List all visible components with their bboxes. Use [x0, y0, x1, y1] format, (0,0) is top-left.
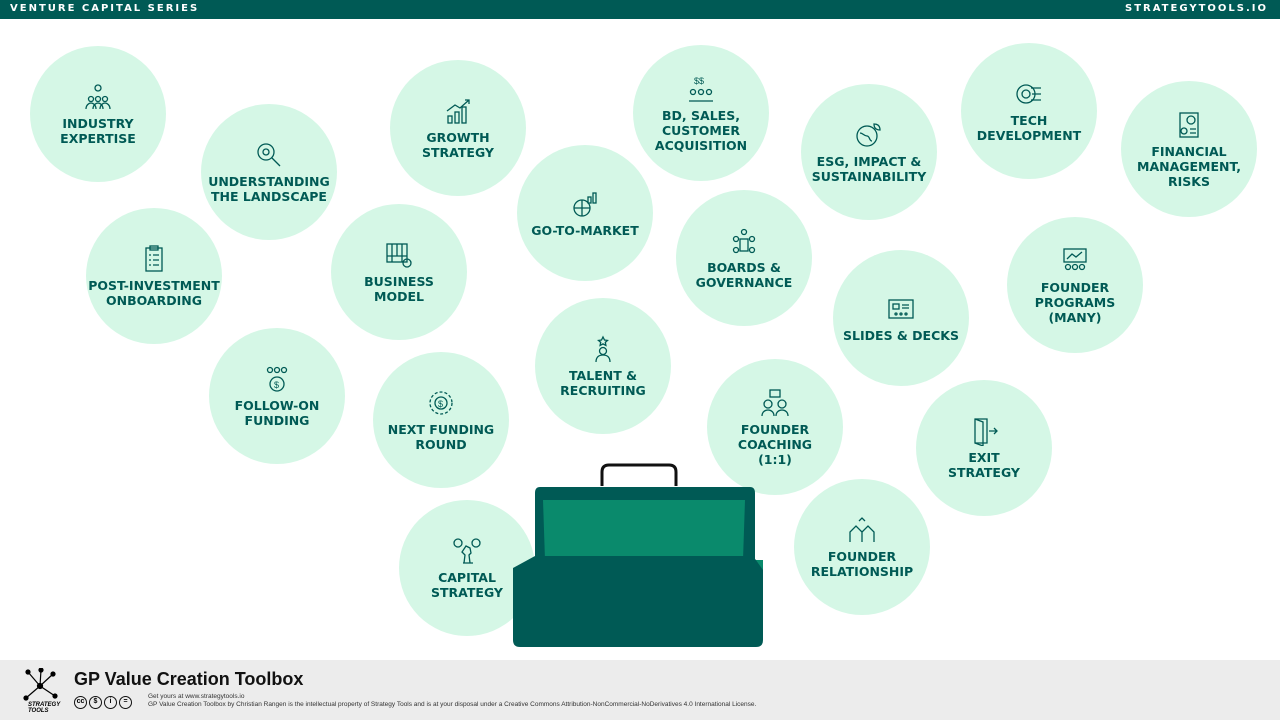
clipboard-icon: [145, 245, 163, 272]
bubble-exit-strategy: EXIT STRATEGY: [916, 380, 1052, 516]
bubble-go-to-market: GO-TO-MARKET: [517, 145, 653, 281]
bubble-label: FOLLOW-ON FUNDING: [234, 398, 320, 428]
logo-text: STRATEGY TOOLS: [28, 702, 61, 714]
bubble-label: GO-TO-MARKET: [531, 222, 639, 238]
bubble-label: CAPITAL STRATEGY: [431, 570, 503, 600]
bubble-founder-programs: FOUNDER PROGRAMS (MANY): [1007, 217, 1143, 353]
bubble-slides-decks: SLIDES & DECKS: [833, 250, 969, 386]
noncommercial-icon: $: [89, 696, 102, 709]
magnifier-gear-icon: [257, 143, 281, 167]
bubble-label: POST-INVESTMENT ONBOARDING: [88, 278, 220, 308]
bubble-business-model: BUSINESS MODEL: [331, 204, 467, 340]
presentation-icon: [888, 298, 914, 319]
bubble-next-funding-round: $ NEXT FUNDING ROUND: [373, 352, 509, 488]
people-coin-icon: $: [266, 366, 288, 392]
bubble-label: ESG, IMPACT & SUSTAINABILITY: [811, 154, 927, 184]
handshake-people-icon: [849, 517, 875, 542]
globe-chart-icon: [573, 191, 597, 217]
bubble-industry-expertise: INDUSTRY EXPERTISE: [30, 46, 166, 182]
bubble-label: FOUNDER RELATIONSHIP: [810, 549, 914, 579]
top-banner: VENTURE CAPITAL SERIES STRATEGYTOOLS.IO: [0, 0, 1280, 19]
cc-license-badges: cc $ i =: [74, 696, 132, 709]
bubble-label: TECH DEVELOPMENT: [976, 113, 1082, 143]
noderivatives-icon: =: [119, 696, 132, 709]
bubble-follow-on-funding: $ FOLLOW-ON FUNDING: [209, 328, 345, 464]
bubble-financial-management: FINANCIAL MANAGEMENT, RISKS: [1121, 81, 1257, 217]
globe-leaf-icon: [856, 123, 881, 147]
growth-chart-icon: [446, 99, 470, 124]
bubble-label: FOUNDER PROGRAMS (MANY): [1034, 279, 1116, 325]
exit-door-icon: [974, 418, 998, 446]
bubble-label: BUSINESS MODEL: [364, 274, 434, 304]
bubble-growth-strategy: GROWTH STRATEGY: [390, 60, 526, 196]
coin-gear-icon: $: [429, 391, 453, 415]
bubble-founder-relationship: FOUNDER RELATIONSHIP: [794, 479, 930, 615]
bubble-understanding-landscape: UNDERSTANDING THE LANDSCAPE: [201, 104, 337, 240]
attribution-icon: i: [104, 696, 117, 709]
bubble-label: UNDERSTANDING THE LANDSCAPE: [208, 174, 330, 204]
bubble-label: TALENT & RECRUITING: [560, 368, 646, 398]
canvas-gear-icon: [386, 243, 412, 268]
bubble-label: NEXT FUNDING ROUND: [387, 422, 495, 452]
boardroom-icon: [732, 228, 756, 254]
bubble-bd-sales: $$ BD, SALES, CUSTOMER ACQUISITION: [633, 45, 769, 181]
bubble-label: BD, SALES, CUSTOMER ACQUISITION: [654, 107, 748, 153]
svg-text:$: $: [438, 399, 443, 409]
bubble-tech-development: TECH DEVELOPMENT: [961, 43, 1097, 179]
footer-link-line[interactable]: Get yours at www.strategytools.io: [148, 693, 756, 701]
coaching-chat-icon: [761, 388, 789, 416]
svg-text:$$: $$: [694, 76, 704, 86]
team-gear-icon: [85, 84, 111, 110]
bubble-label: EXIT STRATEGY: [948, 450, 1020, 480]
footer: STRATEGY TOOLS GP Value Creation Toolbox…: [0, 660, 1280, 720]
bubble-label: INDUSTRY EXPERTISE: [60, 116, 136, 146]
gear-circuit-icon: [1016, 84, 1041, 104]
series-title: VENTURE CAPITAL SERIES: [10, 3, 200, 14]
strategy-tools-logo: [23, 668, 58, 701]
cc-icon: cc: [74, 696, 87, 709]
financial-report-icon: [1179, 111, 1199, 138]
footer-fineprint: Get yours at www.strategytools.io GP Val…: [148, 693, 756, 709]
bubble-boards-governance: BOARDS & GOVERNANCE: [676, 190, 812, 326]
dollar-people-icon: $$: [689, 76, 713, 102]
bubble-esg: ESG, IMPACT & SUSTAINABILITY: [801, 84, 937, 220]
toolbox-illustration: [513, 463, 763, 647]
chess-coin-icon: [453, 538, 481, 564]
svg-text:$: $: [274, 380, 279, 390]
bubble-label: GROWTH STRATEGY: [422, 130, 494, 160]
footer-title: GP Value Creation Toolbox: [74, 669, 304, 689]
person-star-icon: [595, 335, 611, 363]
site-link[interactable]: STRATEGYTOOLS.IO: [1125, 3, 1268, 14]
bubble-post-investment: POST-INVESTMENT ONBOARDING: [86, 208, 222, 344]
group-board-icon: [1063, 247, 1087, 270]
bubble-label: FINANCIAL MANAGEMENT, RISKS: [1137, 143, 1241, 189]
footer-license-line: GP Value Creation Toolbox by Christian R…: [148, 701, 757, 708]
bubble-talent-recruiting: TALENT & RECRUITING: [535, 298, 671, 434]
bubble-label: BOARDS & GOVERNANCE: [695, 260, 793, 290]
bubble-label: SLIDES & DECKS: [843, 327, 959, 343]
